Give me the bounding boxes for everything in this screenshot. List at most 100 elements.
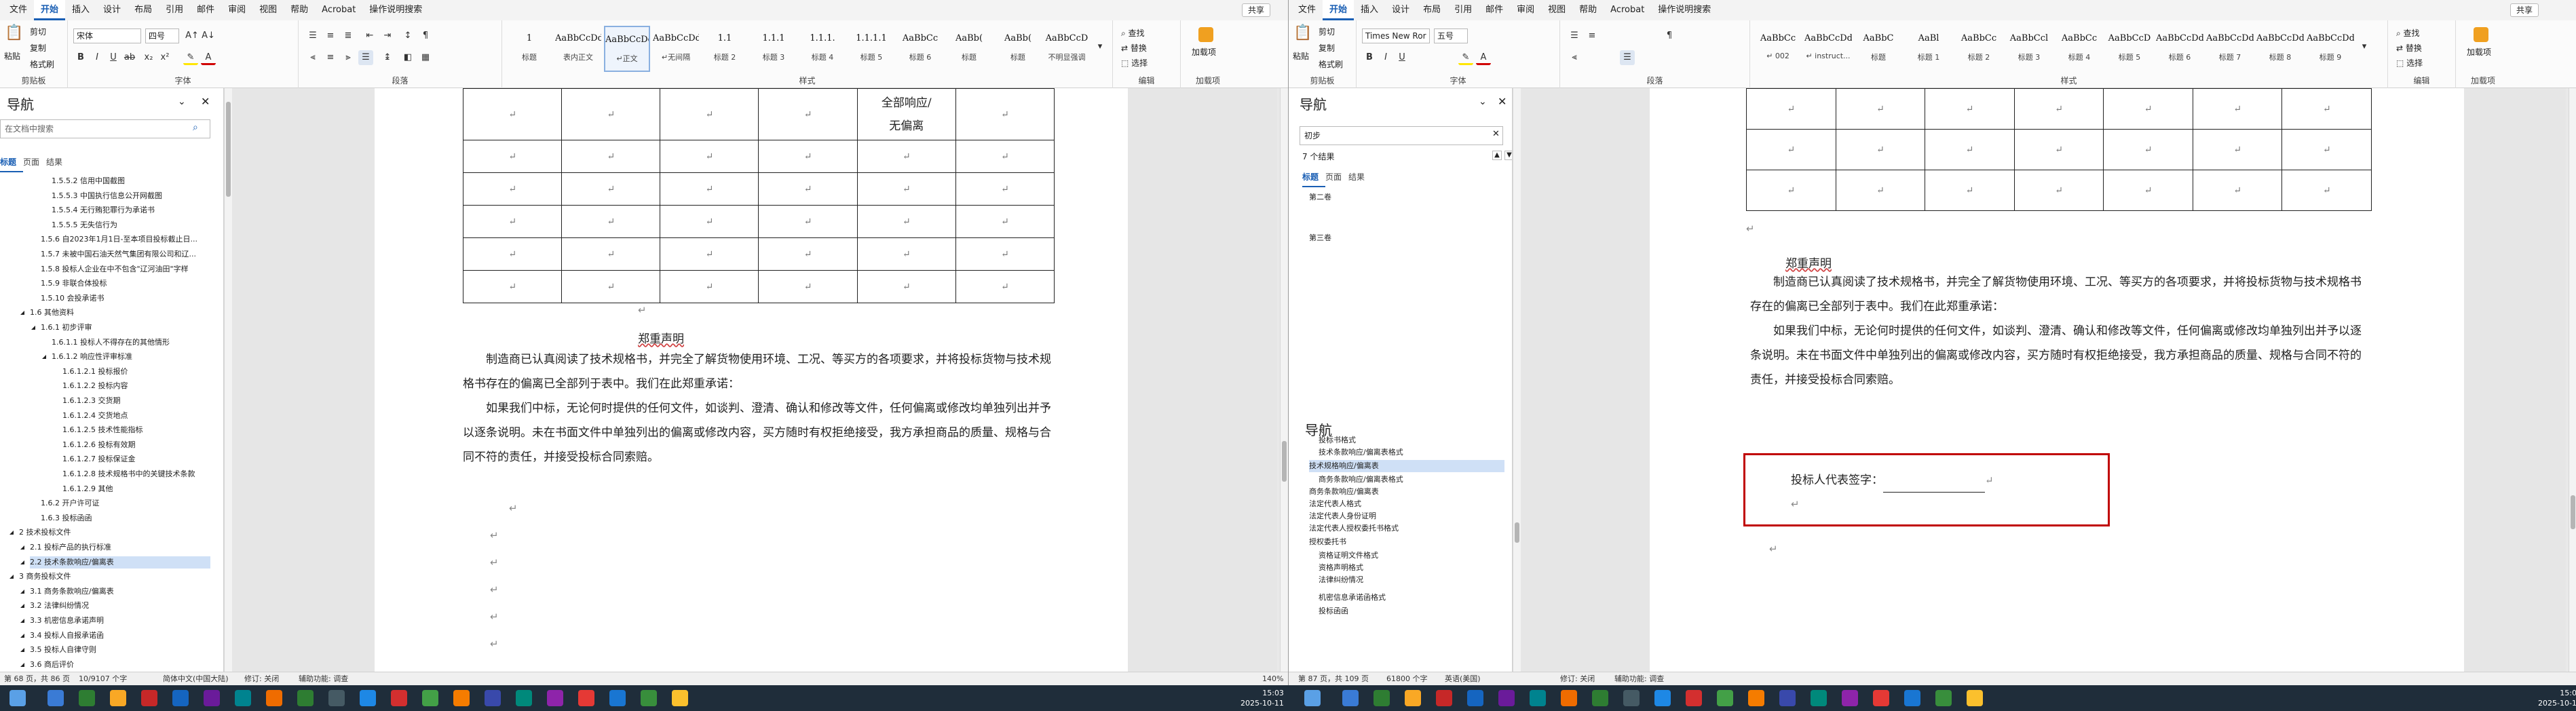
clock-left[interactable]: 15:03 2025-10-11 (1240, 688, 1284, 708)
numbering-icon[interactable]: ≡ (323, 28, 338, 43)
nav-close-icon[interactable]: ✕ (1498, 95, 1507, 108)
nav-heading-item[interactable]: 1.6.1.2.6 投标有效期 (62, 439, 210, 451)
menu-tab-5[interactable]: 引用 (159, 0, 190, 20)
status-revision[interactable]: 修订: 关闭 (1560, 672, 1595, 685)
strikethrough-icon[interactable]: ab (122, 50, 137, 65)
bullets-icon[interactable]: ☰ (1567, 28, 1582, 43)
nav-heading-item[interactable]: 1.5.6 自2023年1月1日-至本项目投标截止日... (41, 233, 210, 246)
taskbar-app-icon[interactable] (1374, 690, 1390, 706)
style-9[interactable]: AaBb(标题 (946, 26, 992, 72)
table-cell[interactable]: ↵ (2192, 129, 2283, 170)
bold-icon[interactable]: B (73, 50, 88, 65)
share-button[interactable]: 共享 (1242, 3, 1271, 17)
table-cell[interactable]: ↵ (462, 88, 563, 140)
style-0[interactable]: AaBbCc ↵ 002 (1754, 26, 1802, 72)
menu-tab-9[interactable]: 帮助 (1572, 0, 1604, 20)
table-cell[interactable]: ↵ (856, 270, 956, 303)
style-11[interactable]: AaBbCcD 不明显强调 (1044, 26, 1090, 72)
nav-heading-item[interactable]: 第二卷 (1309, 191, 1504, 204)
nav-options-icon[interactable]: ⌄ (178, 96, 186, 107)
nav-tab-1[interactable]: 页面 (1325, 170, 1348, 187)
nav-search-input[interactable]: 初步 (1300, 126, 1503, 145)
table-cell[interactable]: ↵ (955, 88, 1055, 140)
styles-more-icon[interactable]: ▾ (1093, 39, 1107, 54)
taskbar-app-icon[interactable] (1405, 690, 1421, 706)
nav-tab-2[interactable]: 结果 (1348, 170, 1371, 187)
taskbar-app-icon[interactable] (547, 690, 563, 706)
cut-button[interactable]: 剪切 (30, 26, 46, 37)
table-cell[interactable]: ↵ (561, 237, 661, 271)
nav-scrollbar[interactable] (224, 88, 232, 672)
nav-tab-1[interactable]: 页面 (23, 155, 46, 172)
style-6[interactable]: 1.1.1. 标题 4 (799, 26, 846, 72)
nav-tab-0[interactable]: 标题 (1302, 170, 1326, 187)
style-1[interactable]: AaBbCcDd 表内正文 (555, 26, 601, 72)
menu-tab-9[interactable]: 帮助 (284, 0, 315, 20)
show-marks-icon[interactable]: ¶ (1662, 28, 1677, 43)
status-page[interactable]: 第 87 页，共 109 页 (1298, 672, 1369, 685)
addin-button[interactable]: 加载项 (1192, 46, 1216, 58)
nav-heading-item[interactable]: 2 技术投标文件 (19, 526, 210, 539)
status-words[interactable]: 10/9107 个字 (79, 672, 127, 685)
taskbar-app-icon[interactable] (141, 690, 157, 706)
nav-heading-item[interactable]: 1.6.1 初步评审 (41, 322, 210, 334)
table-cell[interactable]: ↵ (561, 270, 661, 303)
menu-tab-7[interactable]: 审阅 (1510, 0, 1541, 20)
table-cell[interactable]: ↵ (1835, 129, 1926, 170)
table-cell[interactable]: ↵ (2192, 170, 2283, 211)
nav-heading-item[interactable]: 1.6 其他资料 (30, 307, 210, 319)
align-left-icon[interactable]: ⫷ (305, 50, 320, 65)
italic-icon[interactable]: I (90, 50, 105, 65)
table-cell[interactable]: ↵ (462, 205, 563, 238)
addin-icon[interactable] (2474, 27, 2488, 42)
nav-heading-item[interactable]: 授权委托书 (1309, 536, 1504, 548)
subscript-icon[interactable]: x₂ (141, 50, 156, 65)
nav-heading-item[interactable]: 1.6.1.2 响应性评审标准 (52, 351, 210, 363)
taskbar-app-icon[interactable] (672, 690, 688, 706)
decrease-indent-icon[interactable]: ⇤ (362, 28, 377, 43)
table-cell[interactable]: ↵ (561, 172, 661, 206)
find-button[interactable]: ⌕ 查找 (1121, 27, 1145, 39)
menu-tab-4[interactable]: 布局 (128, 0, 159, 20)
shrink-font-icon[interactable]: A↓ (201, 28, 216, 43)
status-zoom[interactable]: 140% (1262, 672, 1283, 685)
format-painter-button[interactable]: 格式刷 (30, 58, 54, 70)
table-cell[interactable]: ↵ (1746, 88, 1836, 130)
menu-tab-10[interactable]: Acrobat (1604, 0, 1651, 20)
clear-search-icon[interactable]: ✕ (1492, 129, 1500, 139)
expand-triangle-icon[interactable]: ◢ (10, 526, 14, 539)
table-cell[interactable]: ↵ (660, 172, 759, 206)
taskbar-app-icon[interactable] (297, 690, 314, 706)
table-cell[interactable]: ↵ (660, 205, 759, 238)
taskbar-app-icon[interactable] (1342, 690, 1359, 706)
nav-heading-item[interactable]: 3.6 商后评价 (30, 659, 210, 671)
show-marks-icon[interactable]: ¶ (418, 28, 433, 43)
menu-tab-6[interactable]: 邮件 (1479, 0, 1510, 20)
table-cell[interactable]: ↵ (2103, 170, 2193, 211)
expand-triangle-icon[interactable]: ◢ (20, 556, 24, 569)
nav-heading-item[interactable]: 3.5 投标人自律守则 (30, 644, 210, 656)
table-cell[interactable]: ↵ (955, 237, 1055, 271)
table-cell[interactable]: ↵ (1925, 88, 2015, 130)
table-cell[interactable]: ↵ (2281, 88, 2372, 130)
taskbar-app-icon[interactable] (1811, 690, 1827, 706)
style-3[interactable]: AaBl 标题 1 (1905, 26, 1952, 72)
nav-heading-item[interactable]: 2.1 投标产品的执行标准 (30, 541, 210, 554)
status-accessibility[interactable]: 辅助功能: 调查 (1614, 672, 1664, 685)
taskbar-app-icon[interactable] (1498, 690, 1515, 706)
align-left-icon[interactable]: ⫷ (1567, 50, 1582, 65)
taskbar-app-icon[interactable] (1530, 690, 1546, 706)
paste-button[interactable]: 粘贴 (4, 50, 20, 62)
table-cell[interactable]: ↵ (1925, 170, 2015, 211)
nav-heading-item[interactable]: 1.5.8 投标人企业在中不包含"辽河油田"字样 (41, 263, 210, 275)
status-page[interactable]: 第 68 页，共 86 页 (4, 672, 70, 685)
expand-triangle-icon[interactable]: ◢ (20, 600, 24, 612)
expand-triangle-icon[interactable]: ◢ (20, 659, 24, 671)
menu-tab-11[interactable]: 操作说明搜索 (1651, 0, 1718, 20)
nav-heading-item[interactable]: 1.6.1.2.1 投标报价 (62, 366, 210, 378)
style-11[interactable]: AaBbCcDd 标题 9 (2307, 26, 2354, 72)
paste-button[interactable]: 粘贴 (1293, 50, 1309, 62)
taskbar-app-icon[interactable] (172, 690, 189, 706)
status-language[interactable]: 简体中文(中国大陆) (163, 672, 229, 685)
nav-heading-item[interactable]: 投标书格式 (1319, 434, 1504, 446)
